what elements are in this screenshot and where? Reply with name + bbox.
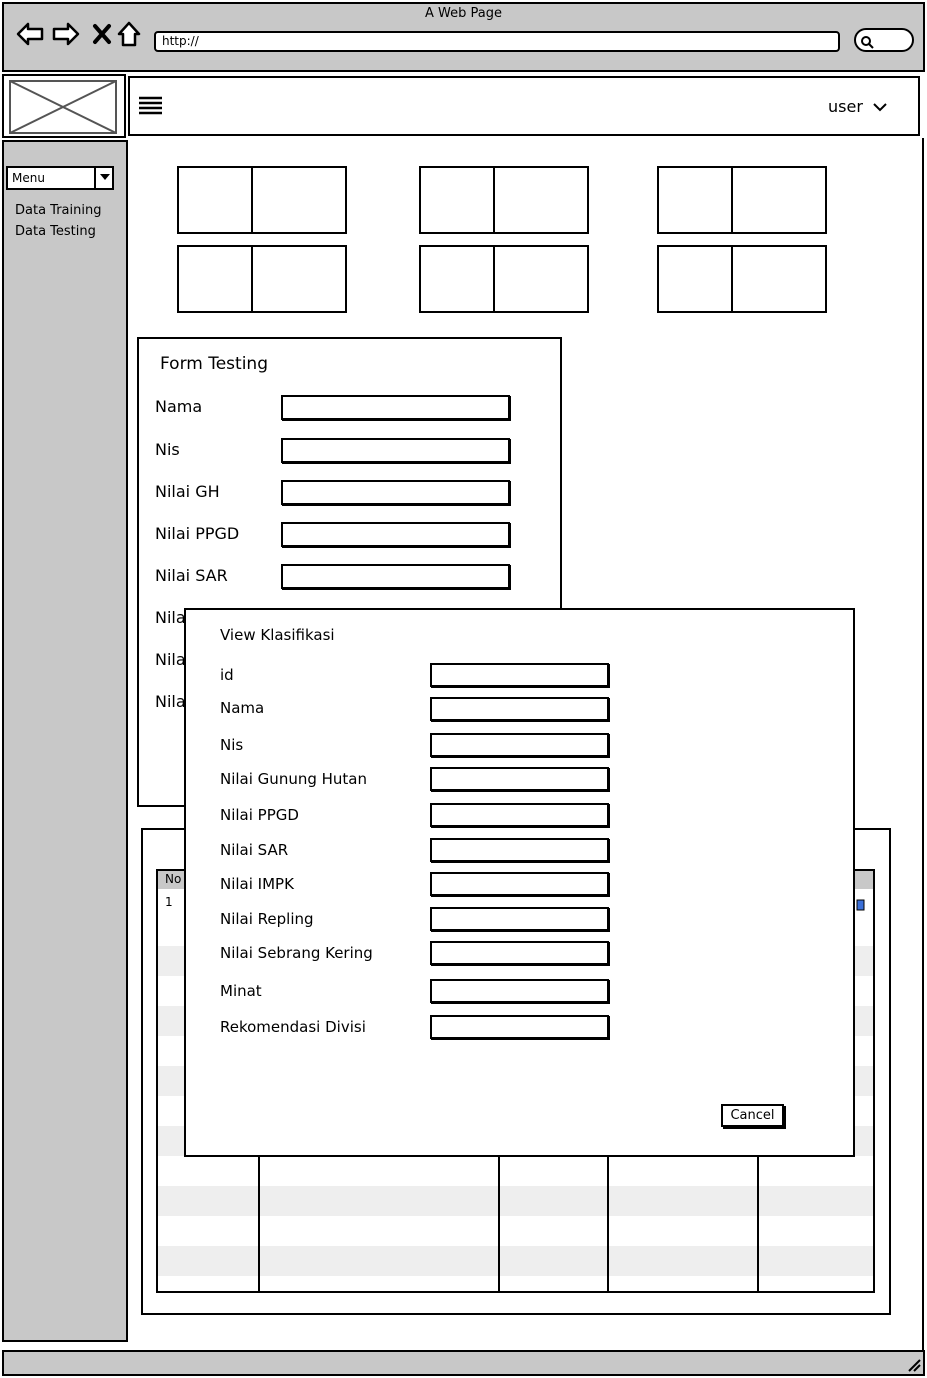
sidebar-item-data-testing[interactable]: Data Testing (15, 224, 96, 239)
table-column-divider (498, 1156, 500, 1291)
dialog-input-nilai-impk[interactable] (430, 872, 609, 896)
dialog-input-nis[interactable] (430, 733, 609, 757)
form-input-nilai-ppgd[interactable] (281, 522, 510, 547)
dialog-label-nilai-gunung-hutan: Nilai Gunung Hutan (220, 770, 367, 788)
dialog-title: View Klasifikasi (220, 626, 335, 644)
table-header-no: No (165, 872, 182, 886)
dialog-label-nilai-repling: Nilai Repling (220, 910, 314, 928)
form-input-nis[interactable] (281, 438, 510, 463)
browser-status-bar (2, 1350, 925, 1376)
stat-tile (657, 245, 827, 313)
dialog-label-minat: Minat (220, 982, 262, 1000)
stat-tile (657, 166, 827, 234)
dialog-input-nilai-repling[interactable] (430, 907, 609, 931)
browser-search-field[interactable] (854, 28, 914, 52)
table-row (158, 1246, 873, 1276)
dialog-input-id[interactable] (430, 663, 609, 687)
window-title: A Web Page (425, 6, 502, 21)
dialog-label-nilai-ppgd: Nilai PPGD (220, 806, 299, 824)
dialog-input-nama[interactable] (430, 697, 609, 721)
stat-tile (419, 245, 589, 313)
form-label-nilai-sar: Nilai SAR (155, 566, 228, 585)
dialog-input-minat[interactable] (430, 979, 609, 1003)
table-column-divider (607, 1156, 609, 1291)
dialog-input-nilai-sebrang-kering[interactable] (430, 941, 609, 965)
dialog-input-rekomendasi-divisi[interactable] (430, 1015, 609, 1039)
stop-x-icon[interactable] (92, 20, 112, 55)
dialog-label-id: id (220, 666, 234, 684)
forward-arrow-icon[interactable] (52, 20, 80, 55)
table-column-divider (757, 1156, 759, 1291)
url-input[interactable]: http:// (154, 31, 840, 52)
top-header: user (128, 76, 920, 136)
table-row (158, 1186, 873, 1216)
search-icon (861, 36, 874, 49)
image-placeholder-icon (9, 80, 117, 134)
form-label-nis: Nis (155, 440, 180, 459)
table-column-divider (258, 1156, 260, 1291)
resize-grip-icon[interactable] (906, 1358, 922, 1372)
dropdown-triangle-icon (100, 174, 110, 180)
form-label-nilai-gh: Nilai GH (155, 482, 220, 501)
dialog-label-nama: Nama (220, 699, 265, 717)
stat-tile (177, 166, 347, 234)
form-input-nilai-sar[interactable] (281, 564, 510, 589)
logo-placeholder (2, 74, 126, 138)
dialog-label-nilai-impk: Nilai IMPK (220, 875, 294, 893)
sidebar-item-data-training[interactable]: Data Training (15, 203, 101, 218)
table-cell-no: 1 (165, 895, 173, 909)
dialog-label-rekomendasi-divisi: Rekomendasi Divisi (220, 1018, 366, 1036)
form-label-partial: Nila (155, 608, 186, 627)
form-label-nama: Nama (155, 397, 203, 416)
dialog-label-nilai-sar: Nilai SAR (220, 841, 289, 859)
form-label-partial: Nila (155, 692, 186, 711)
dialog-input-nilai-gunung-hutan[interactable] (430, 767, 609, 791)
form-label-nilai-ppgd: Nilai PPGD (155, 524, 240, 543)
form-testing-title: Form Testing (160, 354, 268, 374)
dialog-input-nilai-ppgd[interactable] (430, 803, 609, 827)
chevron-down-icon[interactable] (872, 101, 888, 113)
dialog-input-nilai-sar[interactable] (430, 838, 609, 862)
hamburger-menu-icon[interactable] (138, 96, 164, 118)
sidebar (2, 140, 128, 1342)
dialog-label-nilai-sebrang-kering: Nilai Sebrang Kering (220, 944, 373, 962)
stat-tile (177, 245, 347, 313)
edit-icon[interactable] (856, 898, 866, 912)
stat-tile (419, 166, 589, 234)
back-arrow-icon[interactable] (16, 20, 44, 55)
menu-select-arrow[interactable] (94, 166, 114, 190)
dialog-label-nis: Nis (220, 736, 244, 754)
home-icon[interactable] (116, 20, 142, 55)
form-input-nama[interactable] (281, 395, 510, 420)
cancel-button[interactable]: Cancel (721, 1104, 784, 1127)
form-input-nilai-gh[interactable] (281, 480, 510, 505)
form-label-partial: Nila (155, 650, 186, 669)
user-menu-label[interactable]: user (828, 97, 863, 116)
